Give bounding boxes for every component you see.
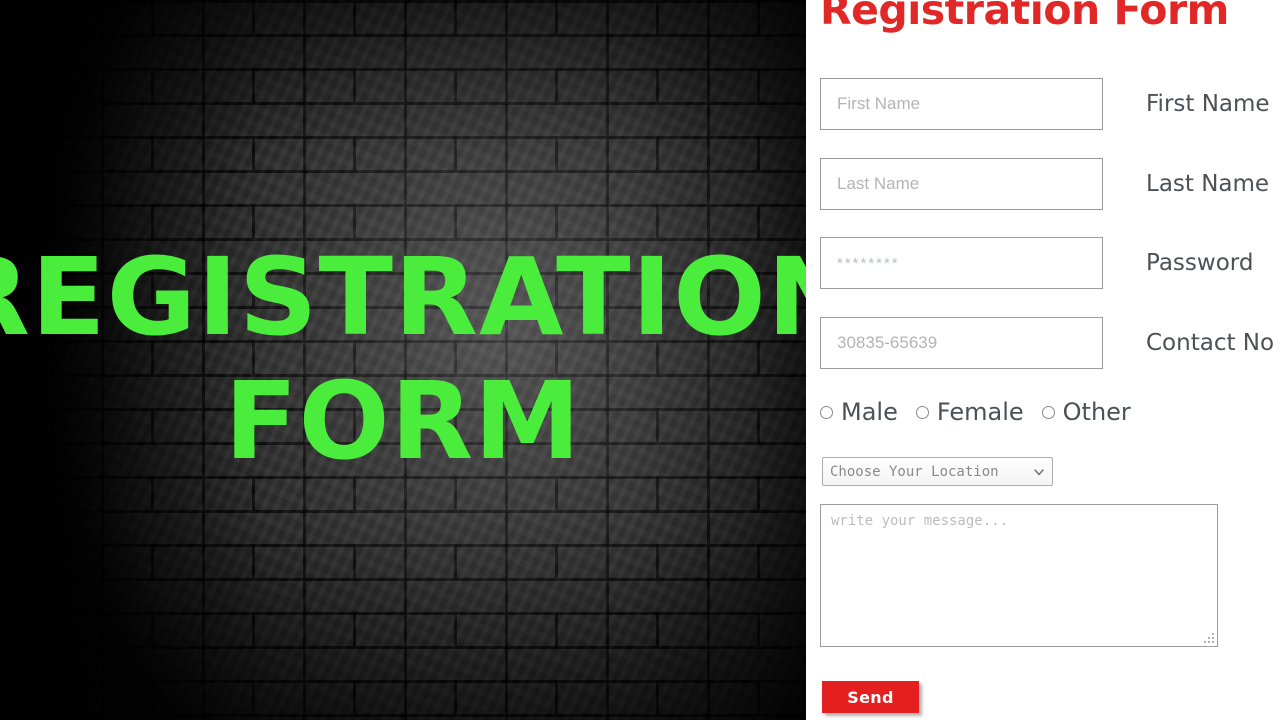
gender-option-female[interactable]: Female: [915, 398, 1024, 426]
gender-option-other-label: Other: [1062, 398, 1131, 426]
last-name-label: Last Name: [1146, 171, 1270, 197]
field-row-last-name: Last Name: [806, 158, 1280, 210]
radio-icon[interactable]: [1041, 405, 1055, 419]
form-panel: Registration Form First Name Last Name P…: [806, 0, 1280, 720]
first-name-input[interactable]: [820, 78, 1103, 130]
field-row-first-name: First Name: [806, 78, 1280, 130]
location-select[interactable]: Choose Your Location: [822, 457, 1053, 486]
gender-option-male-label: Male: [841, 398, 898, 426]
contact-no-input[interactable]: [820, 317, 1103, 369]
first-name-label: First Name: [1146, 91, 1270, 117]
radio-icon[interactable]: [820, 405, 833, 419]
hero-title-line-2: FORM: [224, 360, 582, 484]
gender-radio-group: Male Female Other: [820, 398, 1149, 426]
hero-title-line-1: REGISTRATION: [0, 235, 806, 360]
send-button[interactable]: Send: [822, 681, 919, 713]
field-row-password: Password: [806, 237, 1280, 289]
gender-option-other[interactable]: Other: [1041, 398, 1131, 426]
form-heading: Registration Form: [820, 0, 1229, 34]
hero-panel: REGISTRATION FORM: [0, 0, 806, 720]
gender-option-female-label: Female: [936, 398, 1024, 426]
password-label: Password: [1146, 250, 1254, 276]
password-input[interactable]: [820, 237, 1103, 289]
hero-title: REGISTRATION FORM: [0, 0, 806, 720]
contact-no-label: Contact No: [1146, 330, 1275, 356]
last-name-input[interactable]: [820, 158, 1103, 210]
gender-option-male[interactable]: Male: [820, 398, 898, 426]
radio-icon[interactable]: [915, 405, 929, 419]
field-row-contact-no: Contact No: [806, 317, 1280, 369]
message-textarea[interactable]: [820, 504, 1218, 647]
registration-form-screen: REGISTRATION FORM Registration Form Firs…: [0, 0, 1280, 720]
